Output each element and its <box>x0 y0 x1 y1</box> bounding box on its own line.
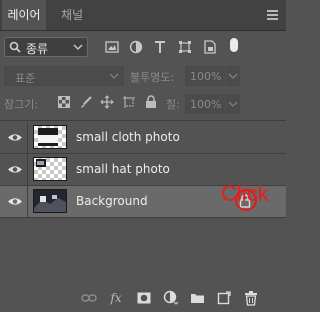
image-filter-icon[interactable] <box>104 38 120 56</box>
blend-mode-select[interactable]: 표준 <box>4 66 124 86</box>
chevron-down-icon <box>73 44 83 50</box>
chevron-down-icon <box>228 101 238 107</box>
cloth-thumbnail-icon <box>38 128 58 146</box>
divider <box>27 154 28 185</box>
blend-mode-label: 표준 <box>15 72 36 85</box>
panel-menu-icon[interactable] <box>267 10 278 20</box>
filter-kind-select[interactable]: 종류 <box>4 37 88 57</box>
prevent-autonest-icon[interactable] <box>121 94 137 110</box>
fx-icon[interactable]: fx <box>108 290 124 306</box>
fill-label: 칠: <box>166 98 180 111</box>
adjustment-filter-icon[interactable] <box>128 38 144 56</box>
background-photo-thumbnail-icon <box>34 190 66 212</box>
layer-name[interactable]: small cloth photo <box>76 130 180 144</box>
highlight-circle <box>235 189 257 211</box>
new-layer-icon[interactable] <box>216 290 232 306</box>
chevron-down-icon <box>109 73 119 79</box>
lock-position-icon[interactable] <box>99 94 115 110</box>
adjustment-layer-icon[interactable] <box>163 290 179 306</box>
layers-panel: 레이어 채널 종류 표준 불투명도: 100% 잠그기: 칠: 100% sma… <box>0 0 286 312</box>
tab-channels[interactable]: 채널 <box>52 0 92 30</box>
lock-transparent-pixels-icon[interactable] <box>56 94 72 110</box>
search-icon <box>9 41 21 53</box>
layer-thumbnail[interactable] <box>33 157 67 181</box>
new-group-icon[interactable] <box>189 290 205 306</box>
visibility-eye-icon[interactable] <box>7 196 23 207</box>
opacity-dropdown[interactable] <box>226 66 240 86</box>
lock-image-pixels-icon[interactable] <box>78 94 94 110</box>
divider <box>27 122 28 153</box>
opacity-label: 불투명도: <box>130 71 175 84</box>
layer-name[interactable]: Background <box>76 194 148 208</box>
divider <box>0 120 286 121</box>
filter-toggle-icon[interactable] <box>230 38 238 52</box>
layer-thumbnail[interactable] <box>33 125 67 149</box>
visibility-eye-icon[interactable] <box>7 164 23 175</box>
lock-all-icon[interactable] <box>143 94 159 110</box>
smart-object-filter-icon[interactable] <box>202 38 218 56</box>
add-mask-icon[interactable] <box>136 290 152 306</box>
link-layers-icon[interactable] <box>81 290 97 306</box>
layer-row-small-cloth-photo[interactable]: small cloth photo <box>0 122 286 154</box>
shape-filter-icon[interactable] <box>177 38 193 56</box>
visibility-eye-icon[interactable] <box>7 132 23 143</box>
delete-layer-icon[interactable] <box>243 290 259 306</box>
divider <box>27 186 28 217</box>
layer-name[interactable]: small hat photo <box>76 162 170 176</box>
tab-bar: 레이어 채널 <box>0 0 286 31</box>
fill-field[interactable]: 100% <box>185 94 225 114</box>
hat-thumbnail-icon <box>36 159 46 167</box>
opacity-field[interactable]: 100% <box>185 66 225 86</box>
lock-label: 잠그기: <box>4 98 39 111</box>
fill-dropdown[interactable] <box>226 94 240 114</box>
tab-layers[interactable]: 레이어 <box>2 0 46 30</box>
chevron-down-icon <box>228 73 238 79</box>
layer-thumbnail[interactable] <box>33 189 67 213</box>
filter-kind-label: 종류 <box>26 42 49 56</box>
type-filter-icon[interactable] <box>152 38 168 56</box>
